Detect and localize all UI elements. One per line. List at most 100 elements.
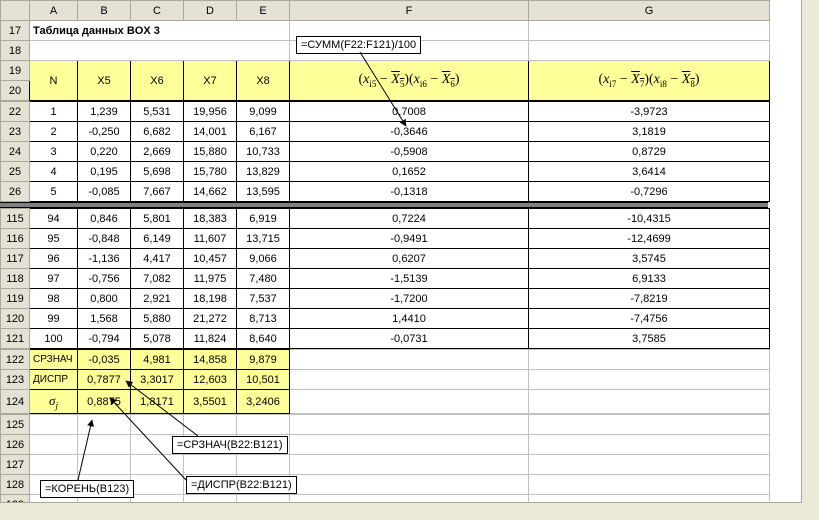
cell[interactable]: 9,099 [237, 102, 290, 122]
cell[interactable]: 14,001 [184, 122, 237, 142]
cell[interactable]: 0,7224 [290, 209, 529, 229]
header-formula-g[interactable]: (xi7 − X7)(xi8 − X8) [529, 61, 770, 101]
cell[interactable]: -0,7296 [529, 182, 770, 202]
cell[interactable]: 8,713 [237, 309, 290, 329]
cell[interactable]: 19,956 [184, 102, 237, 122]
disp-b[interactable]: 0,7877 [78, 370, 131, 390]
cell[interactable]: -0,3646 [290, 122, 529, 142]
sigma-c[interactable]: 1,8171 [131, 390, 184, 414]
row-header[interactable]: 120 [1, 309, 30, 329]
cell[interactable] [290, 390, 529, 414]
row-header[interactable]: 125 [1, 415, 30, 435]
cell[interactable]: 7,667 [131, 182, 184, 202]
cell[interactable]: -0,085 [78, 182, 131, 202]
col-header-f[interactable]: F [290, 1, 529, 21]
cell[interactable]: 0,6207 [290, 249, 529, 269]
col-header-d[interactable]: D [184, 1, 237, 21]
header-x6[interactable]: X6 [131, 61, 184, 101]
sigma-e[interactable]: 3,2406 [237, 390, 290, 414]
col-header-c[interactable]: C [131, 1, 184, 21]
cell[interactable]: -1,136 [78, 249, 131, 269]
cell[interactable] [290, 435, 529, 455]
cell[interactable]: 94 [30, 209, 78, 229]
disp-c[interactable]: 3,3017 [131, 370, 184, 390]
cell[interactable]: 13,715 [237, 229, 290, 249]
cell[interactable] [529, 390, 770, 414]
cell[interactable]: -0,794 [78, 329, 131, 349]
cell[interactable]: 98 [30, 289, 78, 309]
cell[interactable]: 13,829 [237, 162, 290, 182]
cell[interactable]: -7,8219 [529, 289, 770, 309]
row-header[interactable]: 118 [1, 269, 30, 289]
cell[interactable]: -0,848 [78, 229, 131, 249]
cell[interactable] [78, 455, 131, 475]
row-header[interactable]: 23 [1, 122, 30, 142]
cell[interactable] [131, 475, 184, 495]
cell[interactable]: 6,167 [237, 122, 290, 142]
cell[interactable] [290, 455, 529, 475]
cell[interactable]: 0,800 [78, 289, 131, 309]
cell[interactable]: 2,669 [131, 142, 184, 162]
cell[interactable] [290, 415, 529, 435]
cell[interactable]: 11,824 [184, 329, 237, 349]
cell[interactable]: 3,7585 [529, 329, 770, 349]
cell[interactable] [30, 455, 78, 475]
cell[interactable]: 1,4410 [290, 309, 529, 329]
header-formula-f[interactable]: (xi5 − X5)(xi6 − X6) [290, 61, 529, 101]
cell[interactable]: 18,383 [184, 209, 237, 229]
row-header[interactable]: 123 [1, 370, 30, 390]
cell[interactable] [131, 455, 184, 475]
col-header-e[interactable]: E [237, 1, 290, 21]
cell[interactable] [529, 415, 770, 435]
cell[interactable] [131, 415, 184, 435]
row-header[interactable]: 121 [1, 329, 30, 349]
avg-label[interactable]: СРЗНАЧ [30, 350, 78, 370]
cell[interactable]: 11,607 [184, 229, 237, 249]
avg-b[interactable]: -0,035 [78, 350, 131, 370]
cell[interactable]: 0,195 [78, 162, 131, 182]
row-header[interactable]: 128 [1, 475, 30, 495]
cell[interactable]: 5,801 [131, 209, 184, 229]
row-header[interactable]: 117 [1, 249, 30, 269]
cell[interactable]: 5 [30, 182, 78, 202]
cell[interactable]: 1,568 [78, 309, 131, 329]
cell[interactable]: 0,8729 [529, 142, 770, 162]
cell[interactable]: 9,066 [237, 249, 290, 269]
cell[interactable]: 8,640 [237, 329, 290, 349]
cell[interactable] [78, 435, 131, 455]
cell[interactable]: 4 [30, 162, 78, 182]
scrollbar-vertical[interactable] [801, 0, 819, 520]
cell[interactable] [290, 475, 529, 495]
cell[interactable]: -0,9491 [290, 229, 529, 249]
cell[interactable]: 4,417 [131, 249, 184, 269]
disp-e[interactable]: 10,501 [237, 370, 290, 390]
row-header[interactable]: 20 [1, 81, 30, 101]
row-header[interactable]: 17 [1, 21, 30, 41]
cell[interactable] [529, 21, 770, 41]
header-x7[interactable]: X7 [184, 61, 237, 101]
sigma-d[interactable]: 3,5501 [184, 390, 237, 414]
cell[interactable]: 2 [30, 122, 78, 142]
cell[interactable]: 100 [30, 329, 78, 349]
cell[interactable]: -0,0731 [290, 329, 529, 349]
row-header[interactable]: 24 [1, 142, 30, 162]
cell[interactable]: 0,1652 [290, 162, 529, 182]
cell[interactable]: 21,272 [184, 309, 237, 329]
row-header[interactable]: 18 [1, 41, 30, 61]
cell[interactable]: 7,480 [237, 269, 290, 289]
cell[interactable]: 1,239 [78, 102, 131, 122]
cell[interactable] [529, 41, 770, 61]
row-header[interactable]: 127 [1, 455, 30, 475]
cell[interactable]: -10,4315 [529, 209, 770, 229]
header-x8[interactable]: X8 [237, 61, 290, 101]
cell[interactable]: -0,250 [78, 122, 131, 142]
cell[interactable]: 5,531 [131, 102, 184, 122]
col-header-g[interactable]: G [529, 1, 770, 21]
cell[interactable] [184, 415, 237, 435]
cell[interactable]: 3 [30, 142, 78, 162]
cell[interactable] [184, 455, 237, 475]
cell[interactable]: -1,5139 [290, 269, 529, 289]
cell[interactable]: 10,733 [237, 142, 290, 162]
cell[interactable] [529, 475, 770, 495]
row-header[interactable]: 25 [1, 162, 30, 182]
